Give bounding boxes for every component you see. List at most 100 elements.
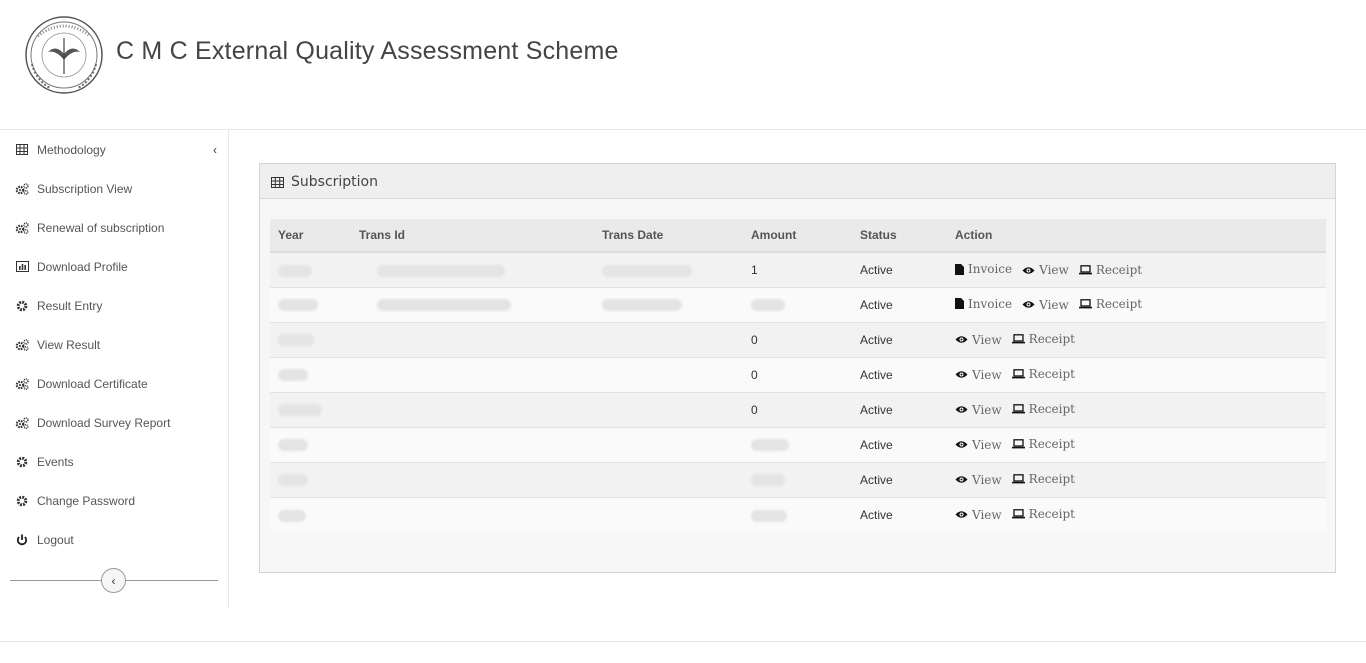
sidebar: Methodology ‹ Subscription View Renewal … <box>0 130 229 608</box>
sidebar-item-label: Change Password <box>37 493 136 508</box>
cell-status: Active <box>852 496 945 532</box>
cell-actions: Invoice View Receipt <box>945 286 1326 322</box>
table-row: 0 Active View Receipt <box>270 391 1326 427</box>
table-icon <box>15 143 29 157</box>
cell-status: Active <box>852 356 945 392</box>
view-link[interactable]: View <box>1022 263 1069 277</box>
cell-actions: View Receipt <box>945 391 1326 427</box>
cell-trans-date <box>594 251 743 287</box>
sidebar-item-label: Download Profile <box>37 259 128 274</box>
cell-trans-id <box>351 286 594 322</box>
laptop-icon <box>1011 474 1025 484</box>
laptop-icon <box>1011 404 1025 414</box>
column-header-amount[interactable]: Amount <box>743 219 852 253</box>
cell-trans-date <box>594 391 743 427</box>
cell-trans-date <box>594 356 743 392</box>
column-header-year[interactable]: Year <box>270 219 351 253</box>
cell-amount: 0 <box>743 356 852 392</box>
laptop-icon <box>1011 334 1025 344</box>
page-header: C M C External Quality Assessment Scheme <box>0 0 1366 130</box>
cell-year <box>270 426 351 462</box>
sidebar-item-label: Logout <box>37 532 74 547</box>
column-header-trans-date[interactable]: Trans Date <box>594 219 743 253</box>
amount-value: 1 <box>751 262 758 277</box>
cell-trans-date <box>594 461 743 497</box>
receipt-link[interactable]: Receipt <box>1011 507 1075 522</box>
cell-trans-date <box>594 321 743 357</box>
column-header-status[interactable]: Status <box>852 219 945 253</box>
table-row: 0 Active View Receipt <box>270 356 1326 392</box>
cell-actions: View Receipt <box>945 426 1326 462</box>
view-link[interactable]: View <box>955 473 1002 487</box>
sidebar-item-view-result[interactable]: View Result <box>0 325 229 364</box>
gear-icon <box>15 299 29 313</box>
laptop-icon <box>1078 264 1092 274</box>
eye-icon <box>955 511 968 518</box>
cell-amount: 1 <box>743 251 852 287</box>
receipt-label: Receipt <box>1028 437 1075 451</box>
receipt-link[interactable]: Receipt <box>1011 472 1075 486</box>
sidebar-item-subscription-view[interactable]: Subscription View <box>0 169 229 208</box>
receipt-label: Receipt <box>1028 472 1075 486</box>
column-header-trans-id[interactable]: Trans Id <box>351 219 594 253</box>
sidebar-item-change-password[interactable]: Change Password <box>0 481 229 520</box>
sidebar-item-events[interactable]: Events <box>0 442 229 481</box>
receipt-label: Receipt <box>1028 507 1075 522</box>
sidebar-collapse-button[interactable]: ‹ <box>101 568 126 593</box>
cell-amount <box>743 461 852 497</box>
view-link[interactable]: View <box>1022 298 1069 312</box>
sidebar-item-methodology[interactable]: Methodology ‹ <box>0 130 229 169</box>
receipt-link[interactable]: Receipt <box>1078 297 1142 311</box>
gear-icon <box>15 455 29 469</box>
cell-amount: 0 <box>743 321 852 357</box>
view-label: View <box>972 472 1002 487</box>
view-link[interactable]: View <box>955 333 1002 347</box>
receipt-link[interactable]: Receipt <box>1011 402 1075 416</box>
table-row: Active View Receipt <box>270 426 1326 462</box>
table-row: 1 Active Invoice View Receipt <box>270 251 1326 287</box>
site-title: C M C External Quality Assessment Scheme <box>116 37 619 65</box>
file-icon <box>955 263 964 275</box>
cell-trans-id <box>351 426 594 462</box>
cell-trans-date <box>594 286 743 322</box>
eye-icon <box>1022 266 1035 274</box>
cell-trans-id <box>351 251 594 287</box>
receipt-link[interactable]: Receipt <box>1011 332 1075 346</box>
view-label: View <box>972 437 1002 452</box>
chevron-left-icon[interactable]: ‹ <box>213 143 217 157</box>
sidebar-item-download-profile[interactable]: Download Profile <box>0 247 229 286</box>
panel-header: Subscription <box>260 164 1335 199</box>
cell-amount <box>743 496 852 532</box>
sidebar-item-renewal-of-subscription[interactable]: Renewal of subscription <box>0 208 229 247</box>
sidebar-item-label: View Result <box>37 337 101 352</box>
sidebar-item-label: Download Survey Report <box>37 415 171 430</box>
view-label: View <box>972 402 1002 417</box>
cell-amount: 0 <box>743 391 852 427</box>
eye-icon <box>955 371 968 378</box>
receipt-link[interactable]: Receipt <box>1011 437 1075 451</box>
view-link[interactable]: View <box>955 368 1002 382</box>
receipt-link[interactable]: Receipt <box>1011 367 1075 381</box>
cell-actions: View Receipt <box>945 321 1326 357</box>
sidebar-item-logout[interactable]: Logout <box>0 520 229 559</box>
receipt-label: Receipt <box>1095 262 1143 277</box>
invoice-link[interactable]: Invoice <box>955 262 1012 276</box>
cell-trans-date <box>594 426 743 462</box>
receipt-link[interactable]: Receipt <box>1078 262 1143 277</box>
gears-icon <box>15 182 29 196</box>
cell-year <box>270 251 351 287</box>
view-link[interactable]: View <box>955 438 1002 452</box>
cell-trans-id <box>351 496 594 532</box>
eye-icon <box>955 336 968 343</box>
sidebar-item-download-certificate[interactable]: Download Certificate <box>0 364 229 403</box>
view-link[interactable]: View <box>955 508 1002 522</box>
cell-status: Active <box>852 426 945 462</box>
amount-value: 0 <box>751 367 758 382</box>
cell-year <box>270 321 351 357</box>
cell-amount <box>743 426 852 462</box>
sidebar-item-result-entry[interactable]: Result Entry <box>0 286 229 325</box>
sidebar-item-download-survey-report[interactable]: Download Survey Report <box>0 403 229 442</box>
view-label: View <box>1039 297 1069 312</box>
invoice-link[interactable]: Invoice <box>955 297 1012 311</box>
view-link[interactable]: View <box>955 403 1002 417</box>
